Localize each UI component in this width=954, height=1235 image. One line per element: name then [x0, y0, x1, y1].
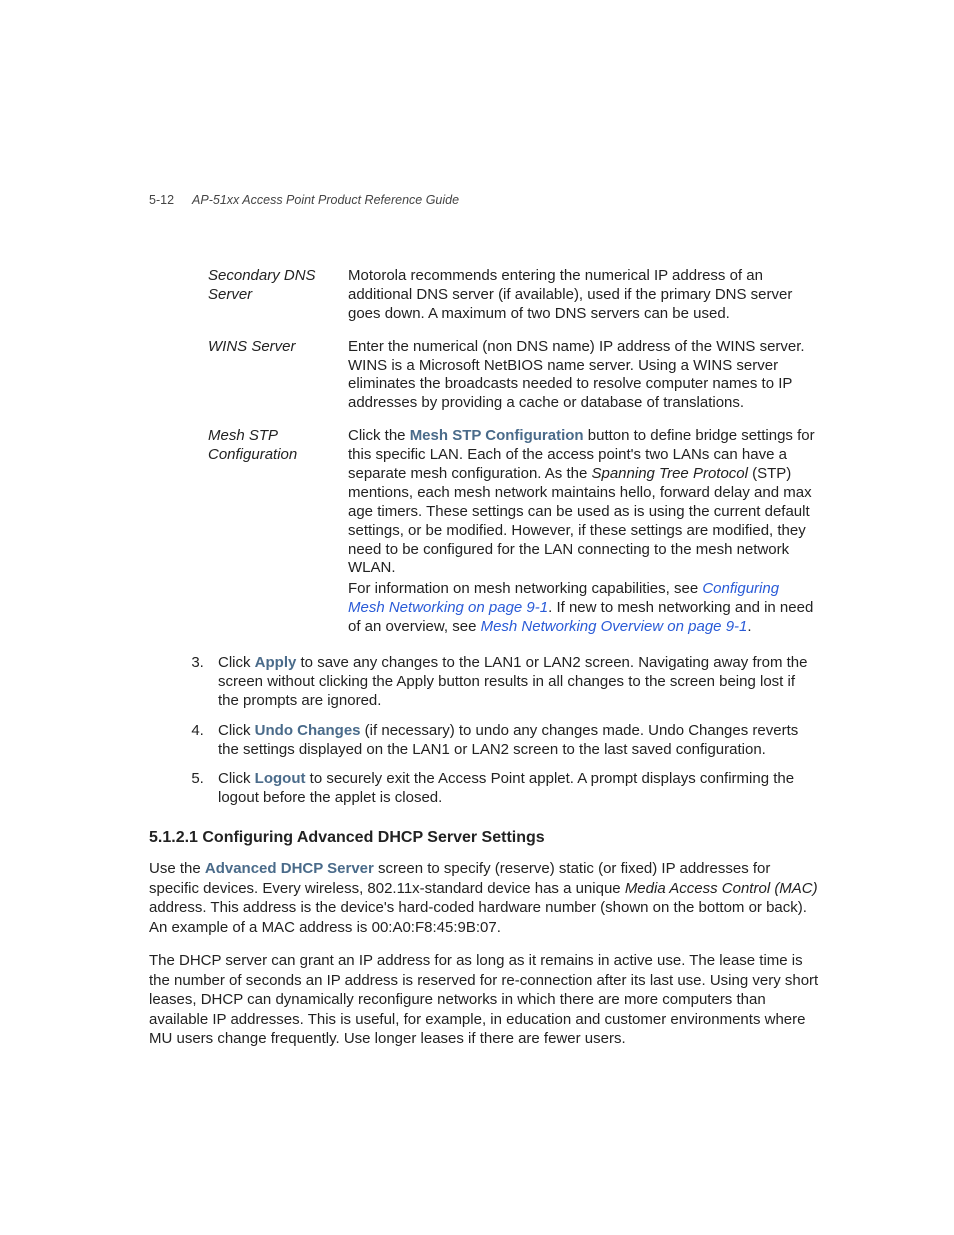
text: Click [218, 770, 255, 787]
text: . [747, 618, 751, 635]
def-term: WINS Server [208, 338, 348, 414]
def-desc: Click the Mesh STP Configuration button … [348, 427, 819, 639]
logout-label: Logout [255, 770, 306, 787]
undo-changes-label: Undo Changes [255, 722, 361, 739]
mesh-stp-config-label: Mesh STP Configuration [410, 427, 584, 444]
text: Click [218, 654, 255, 671]
steps-list: Click Apply to save any changes to the L… [184, 653, 819, 807]
text: Click the [348, 427, 410, 444]
def-row-wins: WINS Server Enter the numerical (non DNS… [208, 338, 819, 414]
def-desc: Motorola recommends entering the numeric… [348, 267, 819, 324]
doc-title: AP-51xx Access Point Product Reference G… [192, 193, 459, 207]
text: address. This address is the device's ha… [149, 899, 807, 936]
step-5: Click Logout to securely exit the Access… [208, 769, 819, 807]
section-paragraph-1: Use the Advanced DHCP Server screen to s… [149, 859, 819, 937]
link-mesh-overview[interactable]: Mesh Networking Overview on page 9-1 [481, 618, 748, 635]
text: Use the [149, 860, 205, 877]
text: to save any changes to the LAN1 or LAN2 … [218, 654, 807, 709]
step-4: Click Undo Changes (if necessary) to und… [208, 721, 819, 759]
step-3: Click Apply to save any changes to the L… [208, 653, 819, 711]
page-content: Secondary DNS Server Motorola recommends… [0, 0, 954, 1049]
def-desc: Enter the numerical (non DNS name) IP ad… [348, 338, 819, 414]
def-term: Mesh STP Configuration [208, 427, 348, 639]
page-number: 5-12 [149, 193, 174, 207]
spanning-tree-term: Spanning Tree Protocol [591, 465, 747, 482]
def-term: Secondary DNS Server [208, 267, 348, 324]
mac-term: Media Access Control (MAC) [625, 880, 818, 897]
section-paragraph-2: The DHCP server can grant an IP address … [149, 951, 819, 1049]
advanced-dhcp-label: Advanced DHCP Server [205, 860, 374, 877]
def-row-mesh: Mesh STP Configuration Click the Mesh ST… [208, 427, 819, 639]
text: Click [218, 722, 255, 739]
running-header: 5-12 AP-51xx Access Point Product Referen… [149, 193, 459, 207]
definition-table: Secondary DNS Server Motorola recommends… [208, 267, 819, 639]
apply-label: Apply [255, 654, 297, 671]
section-heading-5-1-2-1: 5.1.2.1 Configuring Advanced DHCP Server… [149, 829, 819, 847]
def-row-secondary-dns: Secondary DNS Server Motorola recommends… [208, 267, 819, 324]
text: For information on mesh networking capab… [348, 580, 702, 597]
text: to securely exit the Access Point applet… [218, 770, 794, 806]
